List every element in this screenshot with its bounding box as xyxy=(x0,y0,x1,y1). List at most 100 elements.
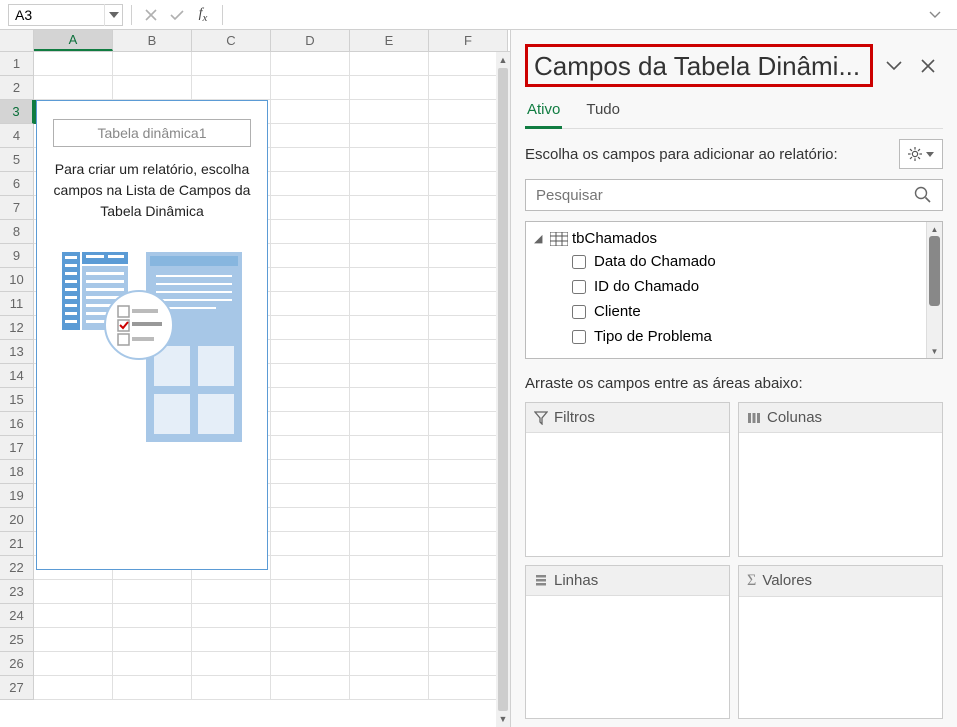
cell[interactable] xyxy=(350,628,429,652)
cell[interactable] xyxy=(350,508,429,532)
cell[interactable] xyxy=(271,388,350,412)
scroll-thumb[interactable] xyxy=(498,68,508,711)
cell[interactable] xyxy=(34,604,113,628)
cell[interactable] xyxy=(271,76,350,100)
cell[interactable] xyxy=(192,604,271,628)
cell[interactable] xyxy=(350,124,429,148)
field-list-scrollbar[interactable]: ▲ ▼ xyxy=(926,222,942,358)
cell[interactable] xyxy=(271,292,350,316)
rows-area[interactable]: Linhas xyxy=(525,565,730,720)
cell[interactable] xyxy=(350,436,429,460)
row-header[interactable]: 17 xyxy=(0,436,34,460)
row-header[interactable]: 6 xyxy=(0,172,34,196)
field-checkbox[interactable] xyxy=(572,255,586,269)
cell[interactable] xyxy=(113,52,192,76)
field-item[interactable]: ID do Chamado xyxy=(530,274,922,299)
cell[interactable] xyxy=(350,196,429,220)
cell[interactable] xyxy=(350,460,429,484)
cell[interactable] xyxy=(350,220,429,244)
cell[interactable] xyxy=(350,148,429,172)
cell[interactable] xyxy=(113,676,192,700)
cell[interactable] xyxy=(113,580,192,604)
field-item[interactable]: Tipo de Problema xyxy=(530,324,922,349)
cell[interactable] xyxy=(271,316,350,340)
cell[interactable] xyxy=(350,556,429,580)
spreadsheet-grid[interactable]: ABCDEF 123456789101112131415161718192021… xyxy=(0,30,510,727)
row-header[interactable]: 14 xyxy=(0,364,34,388)
row-header[interactable]: 11 xyxy=(0,292,34,316)
field-item[interactable]: Data do Chamado xyxy=(530,249,922,274)
tab-active[interactable]: Ativo xyxy=(525,97,562,129)
cell[interactable] xyxy=(350,76,429,100)
cell[interactable] xyxy=(192,628,271,652)
row-header[interactable]: 1 xyxy=(0,52,34,76)
column-header[interactable]: E xyxy=(350,30,429,51)
cell[interactable] xyxy=(271,412,350,436)
cell[interactable] xyxy=(271,172,350,196)
cell[interactable] xyxy=(271,580,350,604)
panel-collapse-icon[interactable] xyxy=(881,53,907,79)
row-header[interactable]: 2 xyxy=(0,76,34,100)
collapse-toggle-icon[interactable]: ◢ xyxy=(534,232,546,245)
row-header[interactable]: 5 xyxy=(0,148,34,172)
cell[interactable] xyxy=(113,652,192,676)
cell[interactable] xyxy=(34,676,113,700)
row-header[interactable]: 22 xyxy=(0,556,34,580)
row-header[interactable]: 3 xyxy=(0,100,34,124)
cell[interactable] xyxy=(271,532,350,556)
row-header[interactable]: 7 xyxy=(0,196,34,220)
cell[interactable] xyxy=(350,484,429,508)
row-header[interactable]: 23 xyxy=(0,580,34,604)
cell[interactable] xyxy=(34,52,113,76)
field-search-wrap[interactable] xyxy=(525,179,943,211)
scroll-down-icon[interactable]: ▼ xyxy=(927,344,942,358)
cell[interactable] xyxy=(350,172,429,196)
cell[interactable] xyxy=(350,412,429,436)
row-header[interactable]: 18 xyxy=(0,460,34,484)
cell[interactable] xyxy=(192,52,271,76)
cell[interactable] xyxy=(350,604,429,628)
cell[interactable] xyxy=(271,652,350,676)
cell[interactable] xyxy=(271,364,350,388)
field-search-input[interactable] xyxy=(536,187,914,204)
row-header[interactable]: 10 xyxy=(0,268,34,292)
cell[interactable] xyxy=(192,76,271,100)
cell[interactable] xyxy=(34,652,113,676)
cell[interactable] xyxy=(271,124,350,148)
cell[interactable] xyxy=(350,244,429,268)
insert-function-icon[interactable]: fx xyxy=(192,4,214,26)
cell[interactable] xyxy=(350,580,429,604)
cell[interactable] xyxy=(350,388,429,412)
cell[interactable] xyxy=(271,604,350,628)
column-header[interactable]: B xyxy=(113,30,192,51)
row-header[interactable]: 25 xyxy=(0,628,34,652)
formula-bar[interactable] xyxy=(231,4,917,26)
cell[interactable] xyxy=(271,148,350,172)
pivot-table-placeholder[interactable]: Tabela dinâmica1 Para criar um relatório… xyxy=(36,100,268,570)
cell[interactable] xyxy=(113,604,192,628)
field-table-header[interactable]: ◢ tbChamados xyxy=(530,228,922,249)
row-header[interactable]: 12 xyxy=(0,316,34,340)
cell[interactable] xyxy=(350,52,429,76)
name-box-wrap[interactable] xyxy=(8,4,123,26)
cell[interactable] xyxy=(271,628,350,652)
column-header[interactable]: F xyxy=(429,30,508,51)
column-header[interactable]: A xyxy=(34,30,113,51)
scroll-down-icon[interactable]: ▼ xyxy=(496,711,510,727)
row-header[interactable]: 27 xyxy=(0,676,34,700)
cell[interactable] xyxy=(350,340,429,364)
scroll-thumb[interactable] xyxy=(929,236,940,306)
cell[interactable] xyxy=(192,580,271,604)
cell[interactable] xyxy=(350,532,429,556)
values-area[interactable]: ΣValores xyxy=(738,565,943,720)
formula-bar-expand-icon[interactable] xyxy=(921,4,949,26)
name-box[interactable] xyxy=(9,7,104,23)
row-header[interactable]: 15 xyxy=(0,388,34,412)
row-header[interactable]: 26 xyxy=(0,652,34,676)
row-header[interactable]: 24 xyxy=(0,604,34,628)
column-header[interactable]: C xyxy=(192,30,271,51)
cell[interactable] xyxy=(350,652,429,676)
cell[interactable] xyxy=(192,676,271,700)
row-header[interactable]: 16 xyxy=(0,412,34,436)
cell[interactable] xyxy=(350,316,429,340)
